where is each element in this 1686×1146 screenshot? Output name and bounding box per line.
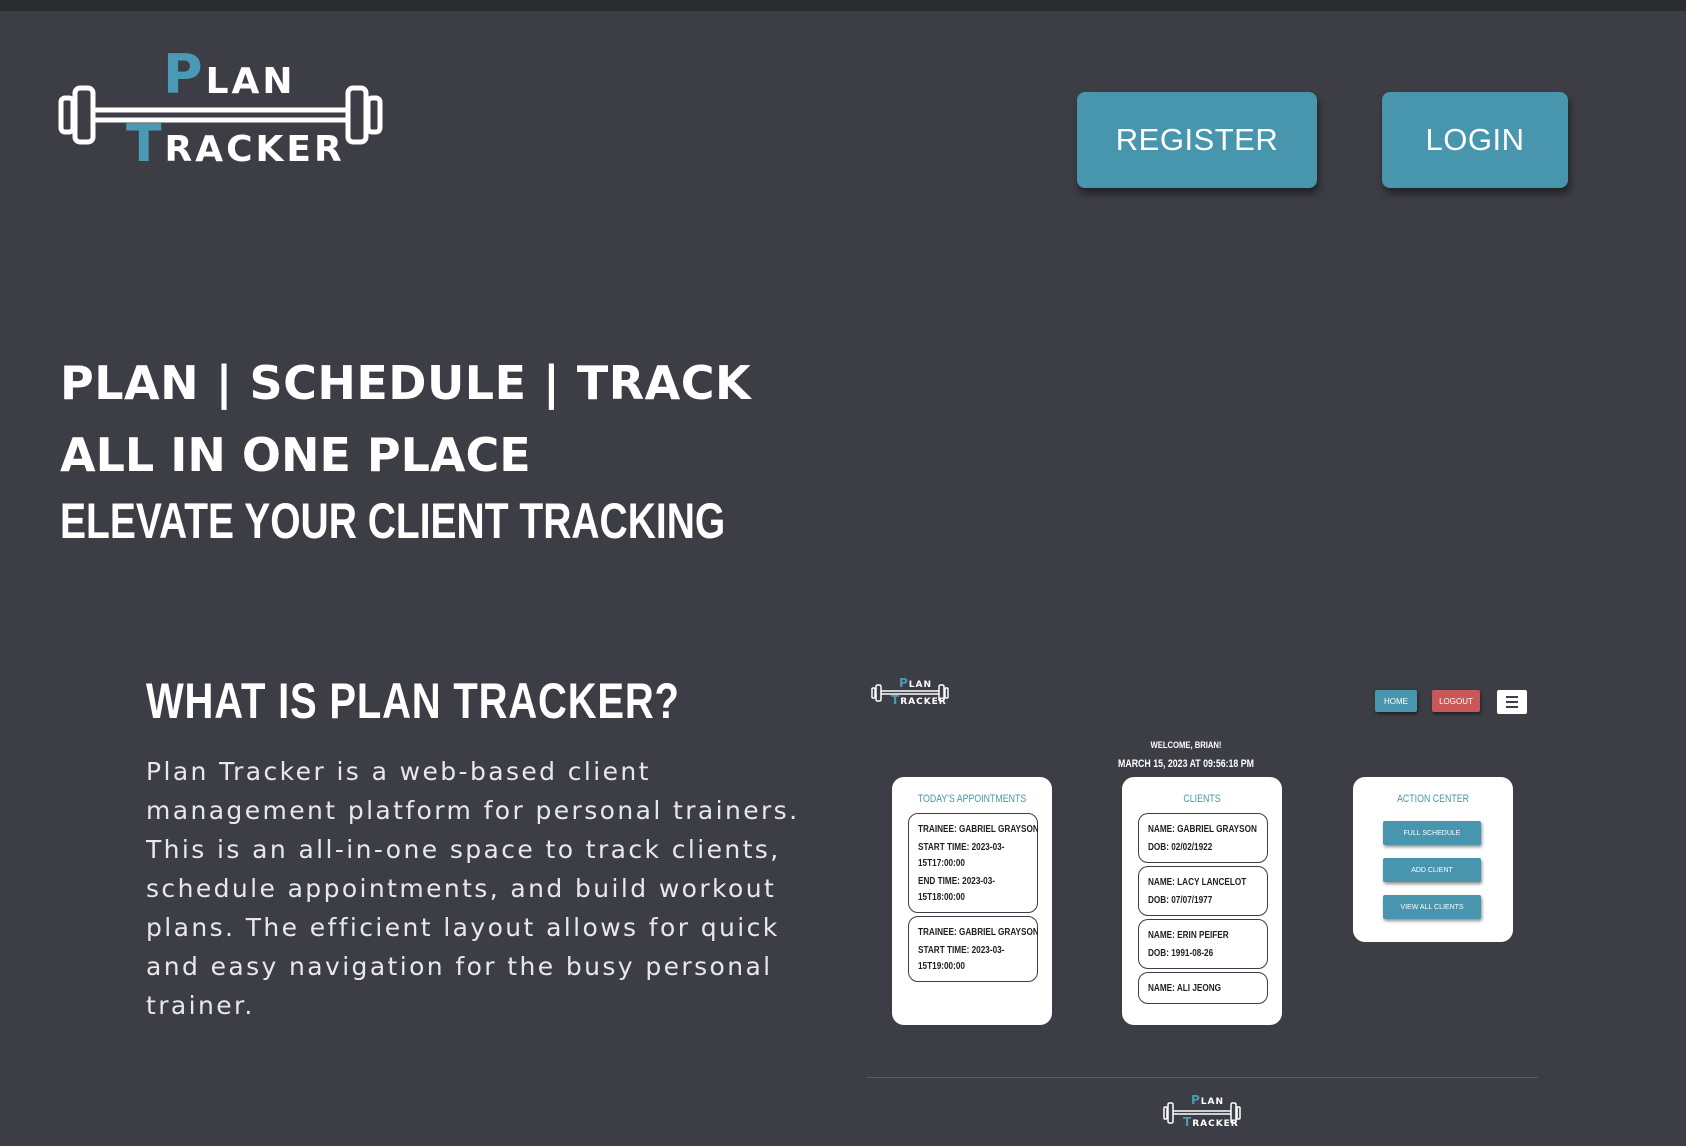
preview-datetime: MARCH 15, 2023 AT 09:56:18 PM: [1118, 758, 1254, 770]
plan-tracker-logo[interactable]: PLAN TRACKER: [58, 43, 383, 170]
client-item: NAME: ALI JEONG: [1138, 972, 1268, 1004]
client-dob: DOB: 07/07/1977: [1148, 895, 1213, 906]
appointment-start: START TIME: 2023-03-15T17:00:00: [918, 842, 1005, 869]
appointment-item: TRAINEE: GABRIEL GRAYSON START TIME: 202…: [908, 813, 1038, 913]
appointment-trainee: TRAINEE: GABRIEL GRAYSON: [918, 824, 1038, 835]
client-item: NAME: LACY LANCELOT DOB: 07/07/1977: [1138, 866, 1268, 916]
preview-view-all-clients-button: VIEW ALL CLIENTS: [1383, 895, 1481, 919]
preview-action-center-card: ACTION CENTER FULL SCHEDULE ADD CLIENT V…: [1353, 777, 1513, 942]
client-name: NAME: GABRIEL GRAYSON: [1148, 824, 1257, 835]
login-button[interactable]: LOGIN: [1382, 92, 1568, 188]
preview-logo: PLAN TRACKER: [871, 676, 949, 707]
preview-home-button: HOME: [1375, 690, 1417, 712]
preview-clients-card: CLIENTS NAME: GABRIEL GRAYSON DOB: 02/02…: [1122, 777, 1282, 1025]
action-center-title: ACTION CENTER: [1397, 793, 1469, 805]
preview-hamburger-icon: [1497, 690, 1527, 714]
preview-appointments-card: TODAY'S APPOINTMENTS TRAINEE: GABRIEL GR…: [892, 777, 1052, 1025]
client-name: NAME: ERIN PEIFER: [1148, 930, 1229, 941]
appointment-item: TRAINEE: GABRIEL GRAYSON START TIME: 202…: [908, 916, 1038, 982]
preview-add-client-button: ADD CLIENT: [1383, 858, 1481, 882]
register-button[interactable]: REGISTER: [1077, 92, 1317, 188]
client-item: NAME: GABRIEL GRAYSON DOB: 02/02/1922: [1138, 813, 1268, 863]
preview-divider: [866, 1077, 1538, 1078]
hero-subheadline: ALL IN ONE PLACE: [60, 428, 531, 482]
about-description: Plan Tracker is a web-based client manag…: [146, 757, 800, 1020]
about-title: WHAT IS PLAN TRACKER?: [146, 673, 680, 729]
preview-logo-tracker: TRACKER: [891, 693, 947, 707]
preview-welcome: WELCOME, BRIAN!: [1150, 740, 1222, 750]
logo-tracker-text: TRACKER: [126, 114, 345, 174]
footer-logo-tracker: TRACKER: [1183, 1115, 1239, 1129]
appointment-trainee: TRAINEE: GABRIEL GRAYSON: [918, 927, 1038, 938]
clients-title: CLIENTS: [1183, 793, 1221, 805]
client-item: NAME: ERIN PEIFER DOB: 1991-08-26: [1138, 919, 1268, 969]
client-name: NAME: LACY LANCELOT: [1148, 877, 1247, 888]
app-preview: PLAN TRACKER HOME LOGOUT WELCOME, BRIAN!…: [866, 672, 1538, 1146]
preview-logo-plan: PLAN: [899, 676, 933, 690]
client-dob: DOB: 02/02/1922: [1148, 842, 1213, 853]
preview-logout-button: LOGOUT: [1432, 690, 1480, 712]
appointments-title: TODAY'S APPOINTMENTS: [917, 793, 1027, 805]
preview-footer-logo: PLAN TRACKER: [1163, 1093, 1241, 1129]
client-dob: DOB: 1991-08-26: [1148, 948, 1214, 959]
client-name: NAME: ALI JEONG: [1148, 983, 1222, 994]
top-bar: [0, 0, 1686, 11]
appointment-end: END TIME: 2023-03-15T18:00:00: [918, 876, 996, 903]
preview-full-schedule-button: FULL SCHEDULE: [1383, 821, 1481, 845]
hero-tagline: ELEVATE YOUR CLIENT TRACKING: [60, 493, 726, 549]
logo-plan-text: PLAN: [163, 43, 296, 106]
footer-logo-plan: PLAN: [1191, 1093, 1225, 1107]
appointment-start: START TIME: 2023-03-15T19:00:00: [918, 945, 1005, 972]
hero-headline: PLAN | SCHEDULE | TRACK: [60, 356, 752, 410]
